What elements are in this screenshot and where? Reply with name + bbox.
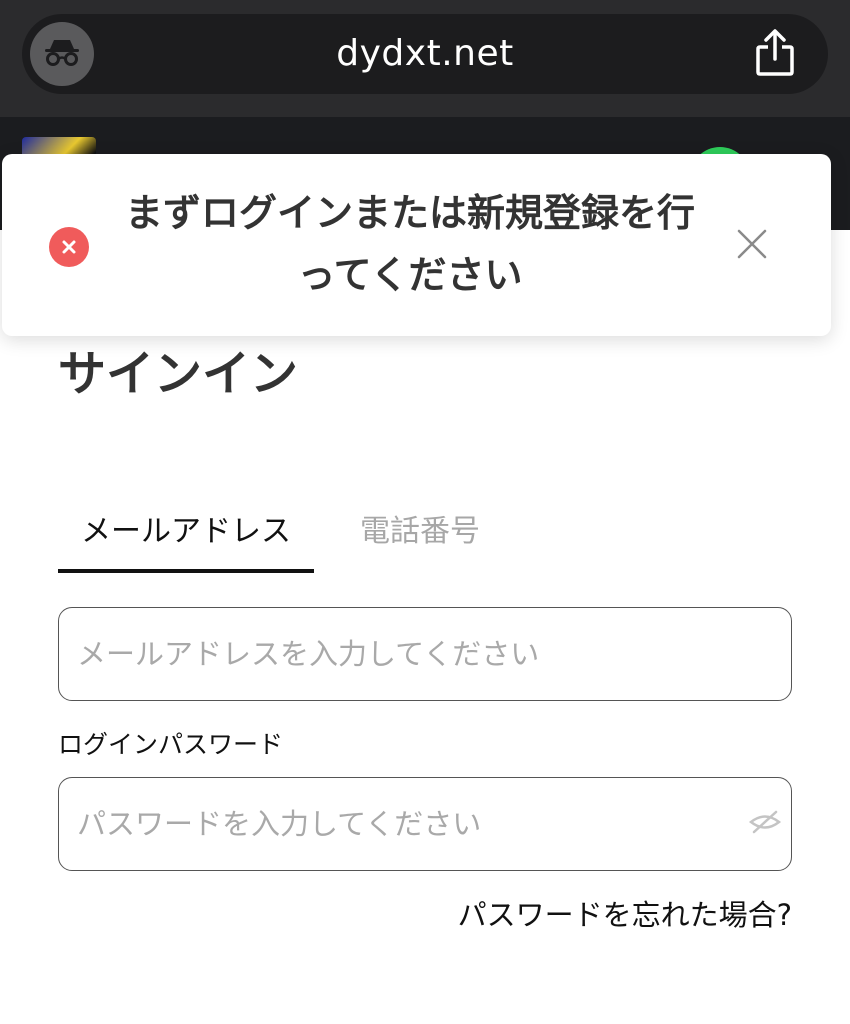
tab-phone[interactable]: 電話番号 xyxy=(348,506,492,572)
browser-toolbar: dydxt.net xyxy=(0,0,850,117)
password-label: ログインパスワード xyxy=(58,730,284,759)
share-button[interactable] xyxy=(752,29,798,81)
password-visibility-toggle[interactable] xyxy=(747,806,783,842)
email-field-container xyxy=(58,607,792,701)
error-icon xyxy=(49,227,89,267)
password-field-container xyxy=(58,777,792,871)
share-icon xyxy=(755,29,795,81)
email-input[interactable] xyxy=(77,608,727,700)
forgot-password-link[interactable]: パスワードを忘れた場合? xyxy=(458,894,792,936)
url-text[interactable]: dydxt.net xyxy=(22,14,828,94)
address-bar[interactable]: dydxt.net xyxy=(22,14,828,94)
eye-off-icon xyxy=(748,809,782,839)
page-title: サインイン xyxy=(58,346,299,402)
tab-email[interactable]: メールアドレス xyxy=(58,506,314,572)
toast-close-button[interactable] xyxy=(734,228,770,264)
password-input[interactable] xyxy=(77,778,727,870)
close-icon xyxy=(736,228,768,264)
toast-message: まずログインまたは新規登録を行ってください xyxy=(124,191,695,297)
active-tab-indicator xyxy=(58,569,314,573)
